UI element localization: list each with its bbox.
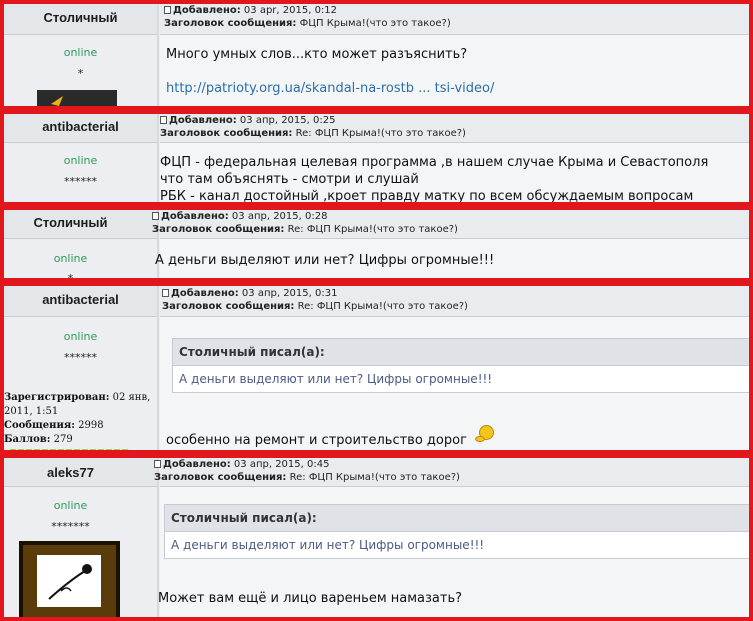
- post-meta: Добавлено: 03 apr, 2015, 0:12: [164, 5, 337, 16]
- rank-stars: ******: [64, 175, 97, 188]
- quote-text: А деньги выделяют или нет? Цифры огромны…: [173, 366, 749, 392]
- quote-title: Столичный писал(а):: [173, 339, 749, 366]
- rank-stars: *******: [51, 520, 90, 533]
- quote-title: Столичный писал(а):: [165, 505, 749, 532]
- post-5: aleks77 Добавлено: 03 апр, 2015, 0:45 За…: [0, 454, 753, 621]
- message-text-line-2: что там объяснять - смотри и слушай: [160, 172, 419, 187]
- avatar[interactable]: [37, 90, 117, 106]
- post-icon[interactable]: [164, 6, 171, 14]
- post-meta: Добавлено: 03 апр, 2015, 0:28: [152, 211, 327, 222]
- avatar-image: [19, 541, 120, 617]
- message-text: А деньги выделяют или нет? Цифры огромны…: [155, 253, 495, 268]
- rank-stars: ******: [64, 351, 97, 364]
- rank-stars: *: [77, 67, 84, 80]
- post-icon[interactable]: [152, 212, 159, 220]
- avatar-image: [51, 96, 63, 106]
- message-text: Может вам ещё и лицо вареньем намазать?: [158, 591, 463, 606]
- message-text: особенно на ремонт и строительство дорог: [166, 433, 467, 448]
- quote-block: Столичный писал(а): А деньги выделяют ил…: [164, 504, 749, 559]
- post-meta: Добавлено: 03 апр, 2015, 0:25: [160, 115, 335, 126]
- message-text: Много умных слов...кто может разъяснить?: [166, 47, 468, 62]
- smiley-icon: [475, 425, 494, 442]
- activity-bar: [10, 449, 130, 450]
- author-name[interactable]: Столичный: [4, 215, 147, 230]
- message-text-line-1: ФЦП - федеральная целевая программа ,в н…: [160, 155, 709, 170]
- online-status: online: [53, 252, 88, 265]
- quote-text: А деньги выделяют или нет? Цифры огромны…: [165, 532, 749, 558]
- post-2: antibacterial Добавлено: 03 апр, 2015, 0…: [0, 110, 753, 206]
- message-link[interactable]: http://patrioty.org.ua/skandal-na-rostb …: [166, 81, 494, 96]
- post-subject: Заголовок сообщения: Re: ФЦП Крыма!(что …: [152, 224, 458, 235]
- author-name[interactable]: aleks77: [4, 465, 147, 480]
- post-1: Столичный Добавлено: 03 apr, 2015, 0:12 …: [0, 0, 753, 110]
- post-subject: Заголовок сообщения: Re: ФЦП Крыма!(что …: [162, 301, 468, 312]
- post-icon[interactable]: [162, 289, 169, 297]
- post-4: antibacterial Добавлено: 03 апр, 2015, 0…: [0, 282, 753, 454]
- author-name[interactable]: antibacterial: [4, 119, 157, 134]
- online-status: online: [63, 154, 98, 167]
- user-stats: Зарегистрирован: 02 янв, 2011, 1:51 Сооб…: [4, 392, 151, 445]
- message-text-line-3: РБК - канал достойный ,кроет правду матк…: [160, 189, 694, 204]
- post-meta: Добавлено: 03 апр, 2015, 0:31: [162, 288, 337, 299]
- post-subject: Заголовок сообщения: ФЦП Крыма!(что это …: [164, 18, 451, 29]
- quote-block: Столичный писал(а): А деньги выделяют ил…: [172, 338, 749, 393]
- avatar[interactable]: [19, 541, 120, 617]
- rank-stars: *: [67, 272, 74, 282]
- online-status: online: [63, 46, 98, 59]
- post-icon[interactable]: [160, 116, 167, 124]
- author-name[interactable]: Столичный: [4, 10, 157, 25]
- post-subject: Заголовок сообщения: Re: ФЦП Крыма!(что …: [160, 128, 466, 139]
- post-meta: Добавлено: 03 апр, 2015, 0:45: [154, 459, 329, 470]
- online-status: online: [63, 330, 98, 343]
- author-name[interactable]: antibacterial: [4, 292, 157, 307]
- post-icon[interactable]: [154, 460, 161, 468]
- post-3: Столичный Добавлено: 03 апр, 2015, 0:28 …: [0, 206, 753, 282]
- post-subject: Заголовок сообщения: Re: ФЦП Крыма!(что …: [154, 472, 460, 483]
- online-status: online: [53, 499, 88, 512]
